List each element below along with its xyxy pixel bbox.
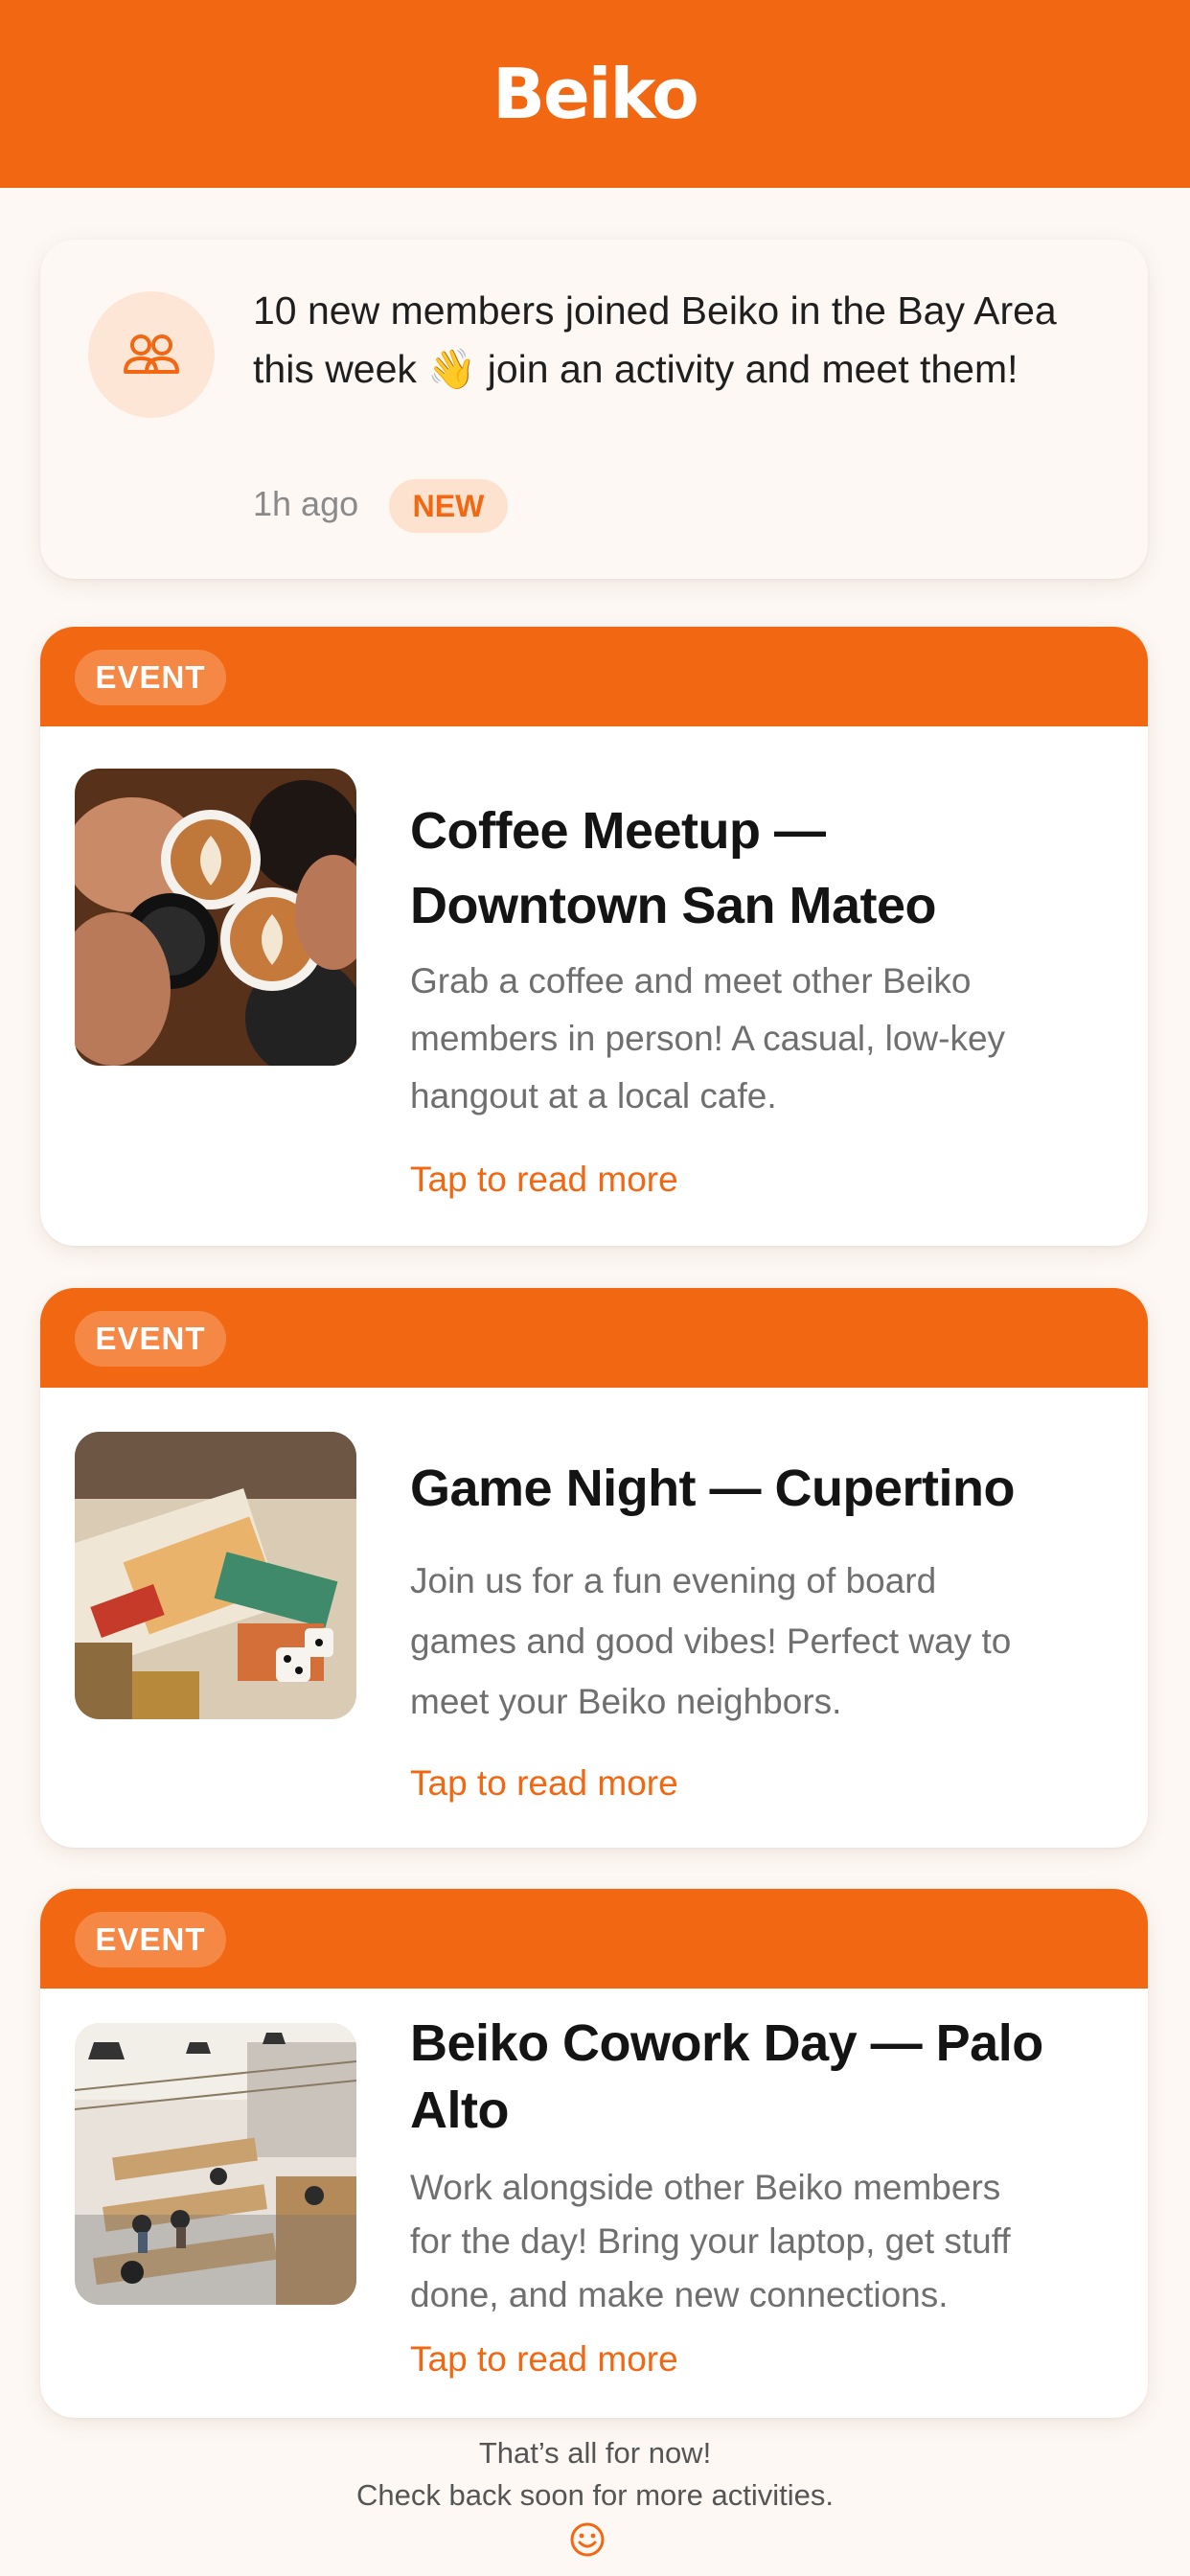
event-description: Join us for a fun evening of board games… — [410, 1561, 1012, 1721]
event-title: Beiko Cowork Day — Palo Alto — [410, 2014, 1043, 2139]
event-tag: EVENT — [75, 650, 226, 705]
read-more-link[interactable]: Tap to read more — [410, 1160, 678, 1200]
read-more-link[interactable]: Tap to read more — [410, 1763, 678, 1804]
coworking-space-photo — [75, 2023, 356, 2305]
event-title: Coffee Meetup — Downtown San Mateo — [410, 802, 936, 934]
event-card-game-night[interactable]: EVENT Game Night — Cupertino Join us for… — [40, 1288, 1148, 1848]
event-title: Game Night — Cupertino — [410, 1460, 1016, 1517]
feed-end-message: That’s all for now! Check back soon for … — [0, 2432, 1190, 2517]
event-card-coffee-meetup[interactable]: EVENT Coffee Meetup — Downtown San Mateo… — [40, 627, 1148, 1246]
app-header: Beiko — [0, 0, 1190, 188]
event-tag: EVENT — [75, 1311, 226, 1367]
board-games-photo — [75, 1432, 356, 1719]
smiley-icon — [568, 2520, 606, 2559]
event-tag: EVENT — [75, 1912, 226, 1967]
app-title: Beiko — [492, 54, 699, 134]
event-card-cowork-day[interactable]: EVENT Beiko Cowork Day — Palo Alto Work … — [40, 1889, 1148, 2418]
event-card-header: EVENT — [40, 1288, 1148, 1388]
read-more-link[interactable]: Tap to read more — [410, 2339, 678, 2380]
notification-message: 10 new members joined Beiko in the Bay A… — [253, 288, 1057, 391]
footer-line-2: Check back soon for more activities. — [356, 2478, 834, 2512]
event-card-header: EVENT — [40, 1889, 1148, 1989]
footer-line-1: That’s all for now! — [478, 2436, 712, 2470]
new-badge: NEW — [389, 479, 508, 533]
event-card-header: EVENT — [40, 627, 1148, 726]
members-notification-card[interactable]: 10 new members joined Beiko in the Bay A… — [40, 240, 1148, 579]
coffee-cups-photo — [75, 769, 356, 1066]
people-group-icon — [88, 291, 215, 418]
event-description: Grab a coffee and meet other Beiko membe… — [410, 961, 1006, 1116]
notification-timestamp: 1h ago — [253, 484, 359, 523]
event-description: Work alongside other Beiko members for t… — [410, 2168, 1011, 2314]
